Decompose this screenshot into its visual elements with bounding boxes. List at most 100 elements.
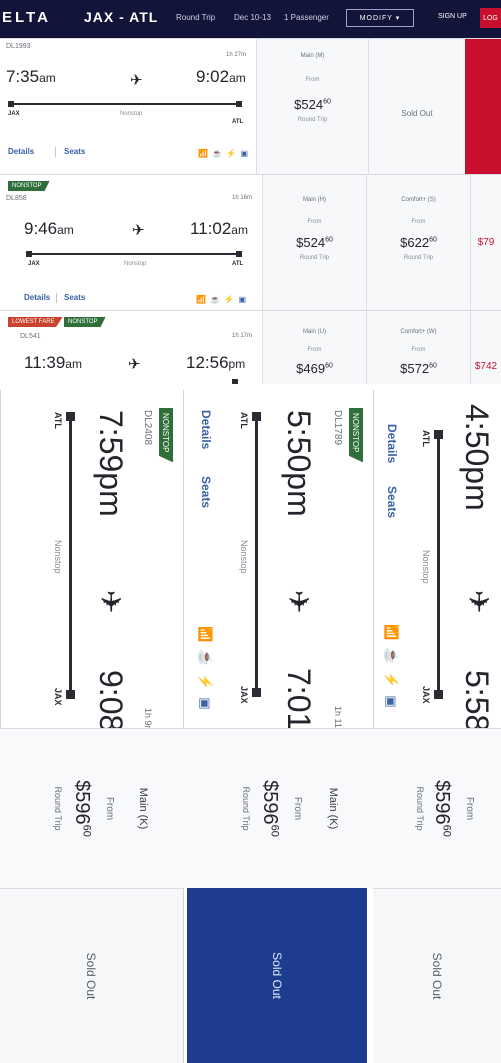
fare-main-cell[interactable]: Main (K) From $59660 Round Trip bbox=[183, 728, 373, 888]
fare-comfort-cell[interactable]: Comfort+ (W) From $57260 bbox=[366, 311, 470, 384]
rotated-results-list: 4:50pm ✈ 5:58pm ATL Nonstop JAX Details … bbox=[0, 390, 501, 1063]
fare-price: $79 bbox=[477, 237, 495, 248]
flight-number[interactable]: DL2408 bbox=[142, 410, 153, 445]
fare-class: Comfort+ (S) bbox=[401, 197, 436, 203]
nonstop-tag: NONSTOP bbox=[8, 181, 50, 191]
origin-code: JAX bbox=[28, 261, 40, 267]
login-button[interactable]: LOG bbox=[480, 8, 501, 28]
route-line bbox=[69, 416, 72, 694]
from-label: From bbox=[464, 796, 475, 821]
amenities-icons: 📶 ☕ ⚡ ▣ bbox=[198, 149, 250, 158]
flight-results-bottom-photo: 4:50pm ✈ 5:58pm ATL Nonstop JAX Details … bbox=[0, 390, 501, 1063]
fare-first-cell[interactable]: $79 bbox=[470, 175, 501, 311]
lowest-fare-tag: LOWEST FARE bbox=[8, 317, 63, 327]
plane-icon: ✈ bbox=[128, 356, 141, 373]
fare-main-cell[interactable]: Main (U) From $46960 bbox=[262, 311, 366, 384]
fare-class: Main (H) bbox=[302, 197, 326, 203]
destination-marker bbox=[434, 690, 443, 699]
from-label: From bbox=[307, 347, 322, 353]
fare-price: $742 bbox=[474, 361, 498, 372]
seats-link[interactable]: Seats bbox=[64, 293, 85, 302]
flight-number[interactable]: DL1789 bbox=[332, 410, 343, 445]
link-divider bbox=[56, 293, 57, 303]
origin-code: ATL bbox=[239, 412, 249, 429]
round-trip-label: Round Trip bbox=[299, 255, 330, 261]
fare-price: $59660 bbox=[259, 780, 281, 837]
arrival-time: 12:56pm bbox=[186, 353, 246, 372]
route-line bbox=[255, 416, 258, 692]
departure-time: 7:35am bbox=[6, 67, 56, 86]
fare-class: Main (K) bbox=[137, 787, 149, 830]
fare-price: $59660 bbox=[71, 780, 93, 837]
fare-price: $52460 bbox=[294, 97, 331, 112]
fare-comfort-cell[interactable]: Comfort+ (S) From $62260 Round Trip bbox=[366, 175, 470, 311]
flight-number[interactable]: DL541 bbox=[20, 333, 41, 340]
from-label: From bbox=[305, 77, 320, 83]
destination-code: JAX bbox=[53, 688, 63, 706]
from-label: From bbox=[411, 219, 426, 225]
plane-icon: ✈ bbox=[95, 590, 126, 614]
plane-icon: ✈ bbox=[463, 590, 494, 614]
flight-number[interactable]: DL858 bbox=[6, 195, 27, 202]
destination-marker bbox=[252, 688, 261, 697]
departure-time: 7:59pm bbox=[93, 410, 129, 517]
trip-type: Round Trip bbox=[176, 13, 216, 22]
origin-code: JAX bbox=[8, 111, 20, 117]
round-trip-label: Round Trip bbox=[415, 786, 425, 831]
round-trip-label: Round Trip bbox=[53, 786, 63, 831]
flight-number[interactable]: DL1993 bbox=[6, 43, 31, 50]
seats-link[interactable]: Seats bbox=[199, 476, 213, 508]
flight-card[interactable]: NONSTOP DL1789 1h 11m 5:50pm ✈ 7:01pm AT… bbox=[183, 390, 373, 1063]
seats-link[interactable]: Seats bbox=[385, 486, 399, 518]
flight-card[interactable]: NONSTOP DL2408 1h 9m 7:59pm ✈ 9:08pm ATL… bbox=[0, 390, 183, 1063]
departure-time: 4:50pm bbox=[459, 404, 495, 511]
fare-main-cell[interactable]: Main (K) From $59660 Round Trip bbox=[0, 728, 183, 888]
fare-comfort-cell: Sold Out bbox=[368, 39, 465, 175]
flight-card[interactable]: NONSTOP DL858 1h 16m 9:46am ✈ 11:02am JA… bbox=[0, 174, 501, 311]
departure-time: 9:46am bbox=[24, 219, 74, 238]
round-trip-label: Round Trip bbox=[403, 255, 434, 261]
details-link[interactable]: Details bbox=[8, 147, 34, 156]
plane-icon: ✈ bbox=[132, 222, 145, 239]
fare-price: $62260 bbox=[400, 235, 437, 250]
route-line bbox=[12, 103, 240, 105]
route-line bbox=[437, 434, 440, 694]
round-trip-label: Round Trip bbox=[297, 117, 328, 123]
flight-card[interactable]: DL1993 1h 27m 7:35am ✈ 9:02am JAX Nonsto… bbox=[0, 38, 501, 175]
flight-card[interactable]: 4:50pm ✈ 5:58pm ATL Nonstop JAX Details … bbox=[373, 390, 501, 1063]
signup-link[interactable]: SIGN UP bbox=[438, 13, 467, 20]
details-link[interactable]: Details bbox=[199, 410, 213, 449]
flight-duration: 1h 16m bbox=[232, 195, 253, 201]
modify-button[interactable]: MODIFY ▾ bbox=[346, 9, 414, 27]
brand-logo[interactable]: ELTA bbox=[2, 9, 51, 26]
details-link[interactable]: Details bbox=[385, 424, 399, 463]
fare-main-cell[interactable]: Main (M) From $52460 Round Trip bbox=[256, 39, 368, 175]
flight-card[interactable]: LOWEST FARE NONSTOP DL541 1h 17m 11:39am… bbox=[0, 310, 501, 384]
fare-main-cell[interactable]: Main (H) From $52460 Round Trip bbox=[262, 175, 366, 311]
plane-icon: ✈ bbox=[283, 590, 314, 614]
fare-class: Main (M) bbox=[300, 53, 325, 59]
fare-main-cell[interactable]: From $59660 Round Trip bbox=[373, 728, 501, 888]
plane-icon: ✈ bbox=[130, 72, 143, 89]
passenger-count: 1 Passenger bbox=[284, 13, 329, 22]
stops-label: Nonstop bbox=[239, 540, 249, 574]
fare-class: Main (U) bbox=[302, 329, 326, 335]
seats-link[interactable]: Seats bbox=[64, 147, 85, 156]
stops-label: Nonstop bbox=[53, 540, 63, 574]
destination-marker bbox=[236, 251, 242, 257]
route-title: JAX - ATL bbox=[84, 9, 159, 25]
sold-out-label: Sold Out bbox=[401, 109, 433, 118]
details-link[interactable]: Details bbox=[24, 293, 50, 302]
stops-label: Nonstop bbox=[421, 550, 431, 584]
fare-first-cell[interactable] bbox=[465, 39, 501, 174]
link-divider bbox=[55, 147, 56, 157]
sold-out-cell: Sold Out bbox=[0, 888, 183, 1063]
nonstop-tag: NONSTOP bbox=[349, 408, 363, 462]
destination-code: JAX bbox=[239, 686, 249, 704]
amenities-icons: 📶 ☕ ⚡ ▣ bbox=[198, 626, 213, 712]
sold-out-cell: Sold Out bbox=[373, 888, 501, 1063]
destination-marker bbox=[66, 690, 75, 699]
fare-first-cell[interactable]: $742 bbox=[470, 311, 501, 384]
flight-duration: 1h 27m bbox=[226, 52, 247, 58]
origin-code: ATL bbox=[53, 412, 63, 429]
